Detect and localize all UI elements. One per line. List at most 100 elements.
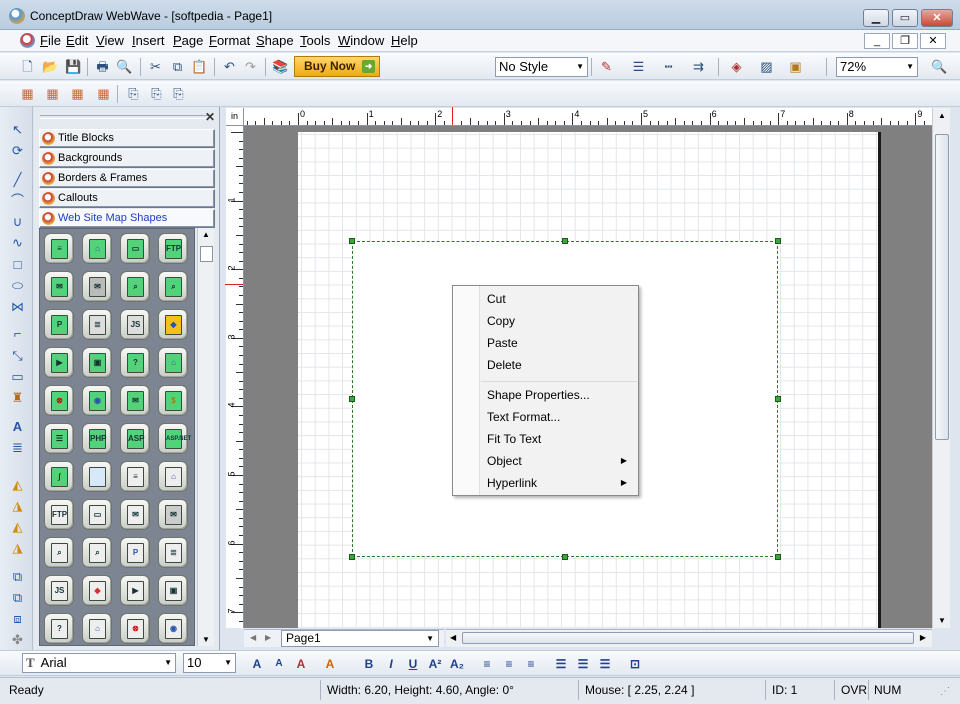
connector-tool-icon[interactable]: ⌐ <box>9 325 26 342</box>
doc-close-button[interactable]: ✕ <box>920 33 946 49</box>
text-tool-icon[interactable]: A <box>9 418 26 435</box>
context-menu-delete[interactable]: Delete <box>487 358 522 372</box>
align-top-icon[interactable]: ☰ <box>553 656 569 672</box>
library-scroll-thumb[interactable] <box>200 246 213 262</box>
line-weight-icon[interactable]: ☰ <box>630 58 647 75</box>
shape-search-pages-gray[interactable]: ⌕ <box>82 537 112 568</box>
align-bottom-icon[interactable]: ☰ <box>597 656 613 672</box>
vertical-scrollbar[interactable]: ▲ ▼ <box>932 108 950 628</box>
menu-page[interactable]: Page <box>173 33 203 48</box>
page-link-icon[interactable]: ▦ <box>44 85 61 102</box>
context-menu-copy[interactable]: Copy <box>487 314 515 328</box>
library-books-icon[interactable]: 📚 <box>272 58 289 75</box>
scroll-down-icon[interactable]: ▼ <box>938 616 946 625</box>
align-icon[interactable]: ◭ <box>9 476 26 493</box>
resize-handle[interactable] <box>775 396 781 402</box>
align-center-icon[interactable]: ≡ <box>501 656 517 672</box>
prev-page-icon[interactable]: ◀ <box>250 633 256 642</box>
rotate-right-icon[interactable]: ◮ <box>9 539 26 556</box>
menu-shape[interactable]: Shape <box>256 33 294 48</box>
shape-asp[interactable]: ASP <box>120 423 150 454</box>
paste-icon[interactable]: 📋 <box>191 58 208 75</box>
print-icon[interactable]: 🖶 <box>94 58 111 75</box>
next-page-icon[interactable]: ▶ <box>265 633 271 642</box>
library-tab-backgrounds[interactable]: Backgrounds <box>39 149 215 168</box>
resize-handle[interactable] <box>562 238 568 244</box>
library-grip[interactable] <box>40 115 212 119</box>
subscript-icon[interactable]: A₂ <box>449 656 465 672</box>
page-tab-select[interactable]: Page1 ▼ <box>281 630 439 647</box>
align-middle-icon[interactable]: ☰ <box>575 656 591 672</box>
context-menu-text-format[interactable]: Text Format... <box>487 410 560 424</box>
line-tool-icon[interactable]: ╱ <box>9 171 26 188</box>
new-document-icon[interactable]: 🗋 <box>19 58 36 75</box>
text-block-icon[interactable]: ≣ <box>9 439 26 456</box>
font-select[interactable]: T Arial ▼ <box>22 653 176 673</box>
library-close-icon[interactable]: ✕ <box>205 110 215 124</box>
rotate-left-icon[interactable]: ◭ <box>9 518 26 535</box>
maximize-button[interactable]: ▭ <box>892 9 918 27</box>
text-box-icon[interactable]: ⊡ <box>627 656 643 672</box>
underline-icon[interactable]: U <box>405 656 421 672</box>
preview-page-icon[interactable]: ⎘ <box>170 85 187 102</box>
shape-blocked[interactable]: ⊗ <box>44 385 74 416</box>
library-tab-callouts[interactable]: Callouts <box>39 189 215 208</box>
resize-handle[interactable] <box>562 554 568 560</box>
flip-icon[interactable]: ◮ <box>9 497 26 514</box>
shape-web-globe[interactable]: ◉ <box>82 385 112 416</box>
scroll-left-icon[interactable]: ◀ <box>450 633 456 642</box>
buy-now-button[interactable]: Buy Now ➜ <box>294 56 380 77</box>
align-right-icon[interactable]: ≡ <box>523 656 539 672</box>
shape-php[interactable]: PHP <box>82 423 112 454</box>
shape-text-doc[interactable]: ≡ <box>120 461 150 492</box>
text-color-icon[interactable]: A <box>293 656 309 672</box>
publish-icon[interactable]: ⎘ <box>148 85 165 102</box>
shape-blank-doc[interactable] <box>82 461 112 492</box>
italic-icon[interactable]: I <box>383 656 399 672</box>
polygon-tool-icon[interactable]: ⋈ <box>9 298 26 315</box>
rotate-icon[interactable]: ⟳ <box>9 142 26 159</box>
library-tab-web-site-map-shapes[interactable]: Web Site Map Shapes <box>39 209 215 228</box>
context-menu-cut[interactable]: Cut <box>487 292 506 306</box>
shape-js-gray[interactable]: JS <box>44 575 74 606</box>
library-tab-borders-frames[interactable]: Borders & Frames <box>39 169 215 188</box>
shape-mail-stack-gray[interactable]: ✉ <box>158 499 188 530</box>
redo-icon[interactable]: ↷ <box>242 58 259 75</box>
shape-ftp-gray[interactable]: FTP <box>44 499 74 530</box>
grow-font-icon[interactable]: A <box>249 656 265 672</box>
menu-file[interactable]: File <box>40 33 61 48</box>
shape-home-doc[interactable]: ⌂ <box>158 347 188 378</box>
shape-p-gray[interactable]: P <box>120 537 150 568</box>
shape-save[interactable]: ▣ <box>82 347 112 378</box>
align-left-icon[interactable]: ≡ <box>479 656 495 672</box>
library-scrollbar[interactable]: ▲ ▼ <box>197 228 214 646</box>
shape-home-gray[interactable]: ⌂ <box>82 613 112 644</box>
scroll-down-icon[interactable]: ▼ <box>202 635 210 644</box>
shape-graphics-gray[interactable]: ◆ <box>82 575 112 606</box>
menu-format[interactable]: Format <box>209 33 250 48</box>
shape-scroll[interactable]: ≣ <box>82 309 112 340</box>
shape-folder[interactable]: ▭ <box>120 233 150 264</box>
shape-script-doc[interactable]: ∫ <box>44 461 74 492</box>
fill-pattern-icon[interactable]: ▨ <box>758 58 775 75</box>
shape-mail-stack[interactable]: ✉ <box>82 271 112 302</box>
shape-mail[interactable]: ✉ <box>44 271 74 302</box>
document-icon[interactable] <box>20 33 35 48</box>
shape-folder-gray[interactable]: ▭ <box>82 499 112 530</box>
shape-mail-doc[interactable]: ✉ <box>120 385 150 416</box>
resize-handle[interactable] <box>349 238 355 244</box>
zoom-select[interactable]: 72% ▼ <box>836 57 918 77</box>
fill-color-icon[interactable]: ◈ <box>728 58 745 75</box>
shape-globe-gray[interactable]: ◉ <box>158 613 188 644</box>
rectangle-tool-icon[interactable]: □ <box>9 256 26 273</box>
context-menu-hyperlink[interactable]: Hyperlink <box>487 476 537 490</box>
shape-blocked-gray[interactable]: ⊗ <box>120 613 150 644</box>
shape-ftp-folder[interactable]: FTP <box>158 233 188 264</box>
resize-handle[interactable] <box>775 238 781 244</box>
stamp-tool-icon[interactable]: ♜ <box>9 389 26 406</box>
context-menu-paste[interactable]: Paste <box>487 336 518 350</box>
menu-view[interactable]: View <box>96 33 124 48</box>
menu-insert[interactable]: Insert <box>132 33 165 48</box>
scroll-right-icon[interactable]: ▶ <box>920 633 926 642</box>
doc-restore-button[interactable]: ❐ <box>892 33 918 49</box>
